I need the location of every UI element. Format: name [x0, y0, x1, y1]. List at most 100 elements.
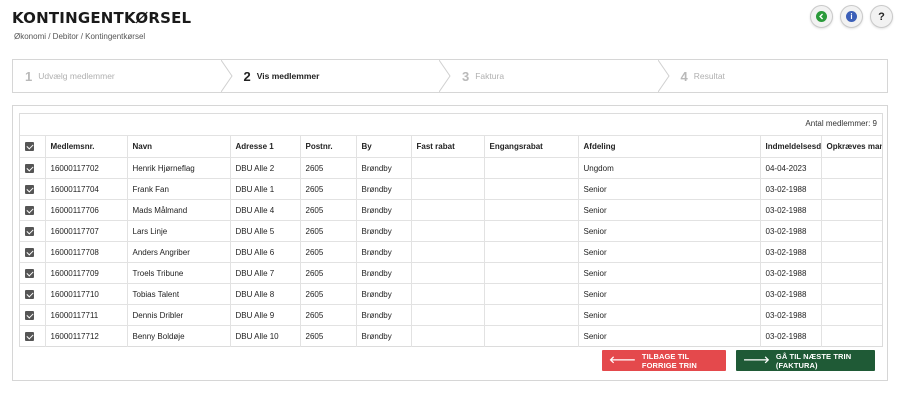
- column-header[interactable]: Medlemsnr.: [45, 135, 128, 158]
- table-cell: 03-02-1988: [760, 325, 822, 347]
- table-cell: [484, 241, 579, 263]
- table-cell: 16000117702: [45, 157, 128, 179]
- back-icon-button[interactable]: [810, 5, 833, 28]
- help-icon-button[interactable]: ?: [870, 5, 893, 28]
- table-cell: [411, 220, 485, 242]
- column-header[interactable]: Indmeldelsesdato: [760, 135, 822, 158]
- table-cell: Senior: [578, 199, 761, 221]
- table-cell: Henrik Hjørneflag: [127, 157, 231, 179]
- table-cell: Benny Boldøje: [127, 325, 231, 347]
- table-cell: [411, 178, 485, 200]
- row-checkbox[interactable]: [20, 157, 46, 179]
- previous-step-button[interactable]: 🡐 TILBAGE TIL FORRIGE TRIN: [602, 350, 726, 371]
- table-cell: 16000117711: [45, 304, 128, 326]
- step-1[interactable]: 1 Udvælg medlemmer: [13, 60, 233, 92]
- table-cell: 2605: [300, 325, 357, 347]
- table-cell: [821, 157, 882, 179]
- table-cell: 03-02-1988: [760, 199, 822, 221]
- checkbox-checked-icon: [25, 142, 34, 152]
- column-header[interactable]: Opkræves manuelt: [821, 135, 882, 158]
- table-cell: Senior: [578, 262, 761, 284]
- table-cell: Brøndby: [356, 199, 412, 221]
- table-cell: 16000117704: [45, 178, 128, 200]
- checkbox-checked-icon: [25, 226, 34, 236]
- column-header[interactable]: Navn: [127, 135, 231, 158]
- table-cell: [821, 199, 882, 221]
- table-cell: Senior: [578, 241, 761, 263]
- table-row[interactable]: 16000117708 Anders Angriber DBU Alle 6 2605…: [20, 241, 882, 263]
- table-cell: Senior: [578, 304, 761, 326]
- arrow-left-icon: 🡐: [609, 354, 636, 366]
- table-row[interactable]: 16000117702 Henrik Hjørneflag DBU Alle 2 26…: [20, 157, 882, 179]
- table-header-row: Medlemsnr. Navn Adresse 1 Postnr. By Fas…: [20, 135, 882, 158]
- column-header[interactable]: Postnr.: [300, 135, 357, 158]
- checkbox-checked-icon: [25, 247, 34, 257]
- step-4[interactable]: 4 Resultat: [669, 60, 888, 92]
- table-cell: Brøndby: [356, 283, 412, 305]
- row-checkbox[interactable]: [20, 325, 46, 347]
- row-checkbox[interactable]: [20, 199, 46, 221]
- table-cell: 03-02-1988: [760, 262, 822, 284]
- table-row[interactable]: 16000117710 Tobias Talent DBU Alle 8 2605 Br…: [20, 283, 882, 305]
- table-cell: 03-02-1988: [760, 304, 822, 326]
- next-step-button[interactable]: 🡒 GÅ TIL NÆSTE TRIN (FAKTURA): [736, 350, 875, 371]
- step-label: Udvælg medlemmer: [38, 71, 115, 81]
- column-header[interactable]: Engangsrabat: [484, 135, 579, 158]
- table-cell: [411, 157, 485, 179]
- table-cell: [411, 199, 485, 221]
- table-cell: [484, 325, 579, 347]
- info-icon-button[interactable]: i: [840, 5, 863, 28]
- table-cell: Senior: [578, 220, 761, 242]
- step-3[interactable]: 3 Faktura: [450, 60, 670, 92]
- table-cell: [411, 283, 485, 305]
- table-cell: 16000117706: [45, 199, 128, 221]
- table-cell: Brøndby: [356, 262, 412, 284]
- table-cell: [821, 220, 882, 242]
- table-row[interactable]: 16000117712 Benny Boldøje DBU Alle 10 2605 B…: [20, 325, 882, 347]
- arrow-right-icon: 🡒: [743, 354, 770, 366]
- checkbox-checked-icon: [25, 310, 34, 320]
- row-checkbox[interactable]: [20, 262, 46, 284]
- row-checkbox[interactable]: [20, 178, 46, 200]
- table-cell: 2605: [300, 241, 357, 263]
- table-cell: Mads Målmand: [127, 199, 231, 221]
- table-cell: Brøndby: [356, 178, 412, 200]
- table-cell: 2605: [300, 199, 357, 221]
- table-cell: [484, 283, 579, 305]
- table-cell: [821, 283, 882, 305]
- table-cell: [484, 178, 579, 200]
- column-header[interactable]: Fast rabat: [411, 135, 485, 158]
- row-checkbox[interactable]: [20, 241, 46, 263]
- step-label: Vis medlemmer: [256, 71, 320, 81]
- row-checkbox[interactable]: [20, 304, 46, 326]
- table-row[interactable]: 16000117709 Troels Tribune DBU Alle 7 2605 B…: [20, 262, 882, 284]
- table-cell: DBU Alle 7: [230, 262, 301, 284]
- table-cell: [484, 262, 579, 284]
- table-row[interactable]: 16000117706 Mads Målmand DBU Alle 4 2605 Brø…: [20, 199, 882, 221]
- table-row[interactable]: 16000117704 Frank Fan DBU Alle 1 2605 Brøndb…: [20, 178, 882, 200]
- table-cell: Lars Linje: [127, 220, 231, 242]
- step-2[interactable]: 2 Vis medlemmer: [232, 60, 451, 92]
- next-step-label: GÅ TIL NÆSTE TRIN (FAKTURA): [775, 351, 852, 370]
- table-row[interactable]: 16000117711 Dennis Dribler DBU Alle 9 2605 B…: [20, 304, 882, 326]
- column-header[interactable]: By: [356, 135, 412, 158]
- table-cell: 2605: [300, 157, 357, 179]
- table-cell: DBU Alle 2: [230, 157, 301, 179]
- select-all-checkbox[interactable]: [20, 135, 46, 158]
- member-count: Antal medlemmer: 9: [805, 119, 877, 128]
- table-cell: 03-02-1988: [760, 178, 822, 200]
- table-cell: DBU Alle 5: [230, 220, 301, 242]
- row-checkbox[interactable]: [20, 220, 46, 242]
- table-cell: [821, 178, 882, 200]
- table-cell: 16000117712: [45, 325, 128, 347]
- column-header[interactable]: Adresse 1: [230, 135, 301, 158]
- step-label: Faktura: [475, 71, 505, 81]
- table-cell: [821, 262, 882, 284]
- table-row[interactable]: 16000117707 Lars Linje DBU Alle 5 2605 Brønd…: [20, 220, 882, 242]
- table-cell: [411, 304, 485, 326]
- table-cell: 03-02-1988: [760, 283, 822, 305]
- table-cell: Brøndby: [356, 157, 412, 179]
- table-cell: 03-02-1988: [760, 241, 822, 263]
- row-checkbox[interactable]: [20, 283, 46, 305]
- column-header[interactable]: Afdeling: [578, 135, 761, 158]
